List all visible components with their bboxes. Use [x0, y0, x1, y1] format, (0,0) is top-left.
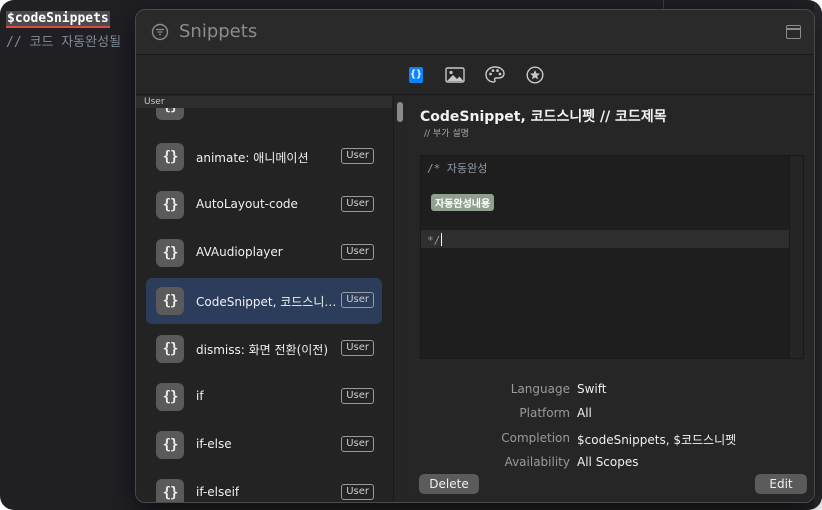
snippet-title: CodeSnippet, 코드스니펫 // 코드제목: [420, 109, 667, 125]
prop-label: Availability: [504, 455, 570, 469]
window-title: Snippets: [179, 21, 258, 42]
palette-icon: [485, 66, 505, 83]
user-badge: User: [341, 244, 374, 260]
star-icon: [526, 66, 544, 84]
tab-colors[interactable]: [485, 65, 505, 85]
snippets-titlebar: Snippets: [136, 10, 814, 55]
list-item-codesnippet[interactable]: {} CodeSnippet, 코드스니펫 // 코드제목 User: [146, 278, 382, 324]
prop-completion: Completion $codeSnippets, $코드스니펫: [406, 431, 814, 449]
snippet-braces-icon: {}: [156, 191, 184, 219]
list-item-if-elseif[interactable]: {} if-elseif User: [146, 470, 382, 502]
prop-value: All: [577, 406, 592, 420]
list-scrollbar-thumb[interactable]: [397, 102, 403, 122]
user-badge: User: [341, 388, 374, 404]
snippet-braces-icon: {}: [156, 479, 184, 502]
user-badge: User: [341, 196, 374, 212]
edit-button[interactable]: Edit: [755, 474, 807, 494]
list-item-if-else[interactable]: {} if-else User: [146, 422, 382, 468]
snippet-code-view[interactable]: /* 자동완성 자동완성내용 */: [420, 155, 804, 359]
snippet-detail: CodeSnippet, 코드스니펫 // 코드제목 // 부가 설명 /* 자…: [406, 96, 814, 502]
snippet-braces-icon: {}: [156, 143, 184, 171]
prop-label: Completion: [501, 431, 570, 445]
tab-media[interactable]: [445, 65, 465, 85]
snippet-braces-icon: {}: [156, 108, 184, 120]
text-caret: [441, 233, 443, 246]
snippet-braces-icon: {}: [156, 287, 184, 315]
prop-value: All Scopes: [577, 455, 639, 469]
list-scrollbar[interactable]: [393, 96, 405, 502]
tab-symbols[interactable]: [525, 65, 545, 85]
list-item-animate[interactable]: {} animate: 애니메이션 User: [146, 134, 382, 180]
editor-code-line-2[interactable]: // 코드 자동완성될: [6, 31, 121, 50]
delete-button[interactable]: Delete: [419, 474, 479, 494]
item-label: if-elseif: [196, 485, 240, 499]
snippet-summary: // 부가 설명: [424, 129, 469, 139]
user-badge: User: [341, 436, 374, 452]
toggle-window-icon[interactable]: [786, 25, 801, 39]
completion-token[interactable]: $codeSnippets: [6, 11, 110, 28]
prop-label: Language: [510, 382, 570, 396]
prop-language: Language Swift: [406, 382, 814, 400]
prop-availability: Availability All Scopes: [406, 455, 814, 473]
item-label: if: [196, 389, 204, 403]
list-item-if[interactable]: {} if User: [146, 374, 382, 420]
code-placeholder-token[interactable]: 자동완성내용: [431, 194, 495, 211]
current-line-highlight: [421, 230, 791, 248]
snippet-braces-icon: {}: [156, 239, 184, 267]
comment-close-text: */: [427, 234, 441, 247]
list-item-dismiss[interactable]: {} dismiss: 화면 전환(이전) User: [146, 326, 382, 372]
partial-list-item[interactable]: {}: [156, 108, 184, 122]
prop-value: $codeSnippets, $코드스니펫: [577, 433, 737, 447]
item-label: dismiss: 화면 전환(이전): [196, 343, 329, 357]
item-label: animate: 애니메이션: [196, 151, 309, 165]
list-item-avaudioplayer[interactable]: {} AVAudioplayer User: [146, 230, 382, 276]
prop-label: Platform: [519, 406, 570, 420]
user-badge: User: [341, 292, 374, 308]
user-badge: User: [341, 340, 374, 356]
code-scrollbar[interactable]: [789, 156, 803, 358]
list-item-autolayout[interactable]: {} AutoLayout-code User: [146, 182, 382, 228]
editor-code-line-1[interactable]: $codeSnippets: [6, 11, 110, 28]
user-badge: User: [341, 484, 374, 500]
section-header: User: [136, 96, 392, 108]
item-label: if-else: [196, 437, 232, 451]
code-line-comment-open: /* 자동완성: [427, 162, 488, 175]
snippet-braces-icon: {}: [156, 383, 184, 411]
editor-gutter-right: [814, 0, 822, 510]
code-line-comment-close: */: [427, 233, 443, 247]
item-label: CodeSnippet, 코드스니펫 // 코드제목: [196, 295, 337, 309]
snippet-list[interactable]: User {} {} animate: 애니메이션 User {} AutoLa…: [136, 96, 392, 502]
user-badge: User: [341, 148, 374, 164]
snippet-braces-icon: {}: [156, 431, 184, 459]
item-label: AVAudioplayer: [196, 245, 283, 259]
image-icon: [445, 67, 465, 83]
snippets-window: Snippets {} User {} animate: 애니메이션 User …: [135, 9, 815, 503]
prop-value: Swift: [577, 382, 607, 396]
braces-icon: {}: [409, 67, 423, 83]
snippet-braces-icon: {}: [156, 335, 184, 363]
filter-icon[interactable]: [151, 23, 169, 41]
tab-code-snippets[interactable]: {}: [406, 65, 426, 85]
prop-platform: Platform All: [406, 406, 814, 424]
library-toolbar: {}: [136, 55, 814, 95]
item-label: AutoLayout-code: [196, 197, 298, 211]
